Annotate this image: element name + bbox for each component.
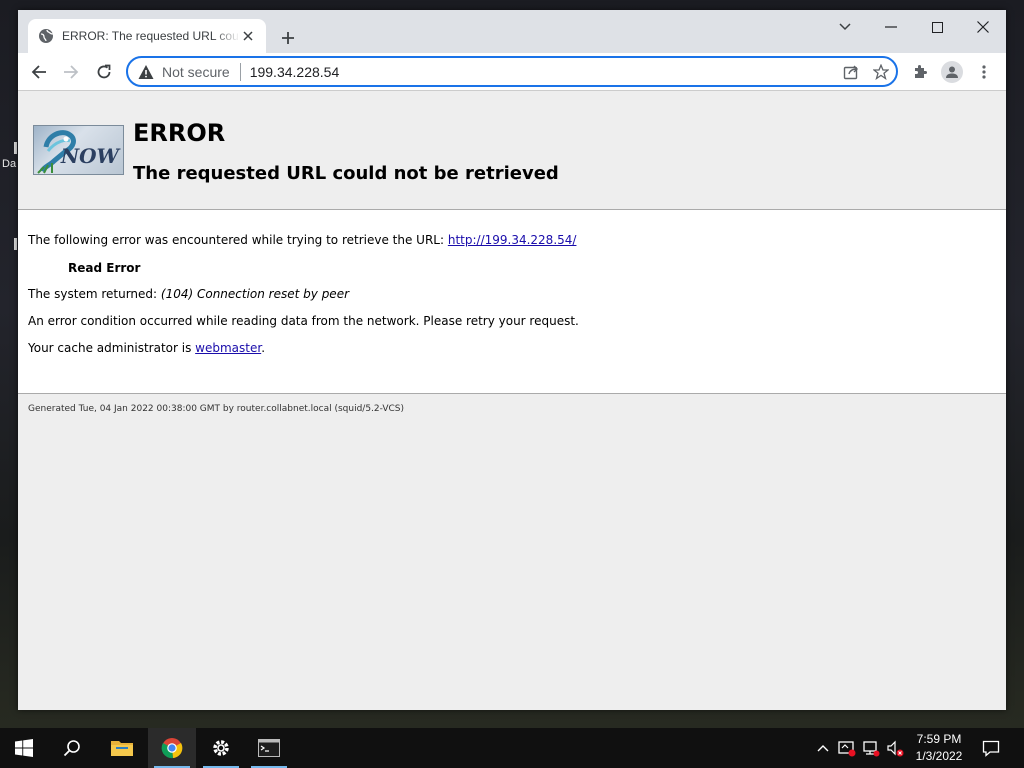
warning-icon[interactable] [138,64,154,80]
windows-icon [15,739,33,757]
gear-icon [213,740,229,756]
minimize-button[interactable] [876,14,906,40]
taskbar-terminal[interactable] [245,728,293,768]
page-title: ERROR [133,119,226,147]
security-tray-icon[interactable] [836,728,858,768]
folder-icon [111,741,133,756]
desktop-icon-edge [14,238,17,250]
volume-muted-icon[interactable] [884,728,906,768]
browser-tab[interactable]: ERROR: The requested URL could not be re… [28,19,266,53]
back-button[interactable] [26,59,52,85]
bookmark-star-icon[interactable] [866,59,896,85]
tab-title: ERROR: The requested URL could not be re… [62,29,240,43]
menu-dots-icon[interactable] [971,59,997,85]
tab-search-chevron-icon[interactable] [830,14,860,40]
close-tab-icon[interactable] [240,28,256,44]
tab-strip: ERROR: The requested URL could not be re… [18,10,1006,53]
not-secure-label[interactable]: Not secure [162,64,230,80]
desktop-icon-edge [14,142,17,154]
error-body: The following error was encountered whil… [18,210,1006,394]
notifications-icon[interactable] [978,728,1004,768]
start-button[interactable] [0,728,48,768]
taskbar-settings[interactable] [197,728,245,768]
intro-text: The following error was encountered whil… [28,233,448,247]
admin-suffix: . [261,341,266,355]
browser-toolbar: Not secure 199.34.228.54 [18,53,1006,90]
share-icon[interactable] [836,59,866,85]
show-hidden-icons-chevron-icon[interactable] [813,728,833,768]
footer-generated: Generated Tue, 04 Jan 2022 00:38:00 GMT … [28,404,405,414]
taskbar-chrome[interactable] [148,728,196,768]
error-header: NOW ERROR The requested URL could not be… [18,91,1006,210]
desktop-icon-label[interactable]: Da [2,158,16,170]
system-returned-label: The system returned: [28,287,161,301]
page-content: NOW ERROR The requested URL could not be… [18,90,1006,710]
person-icon [941,61,963,83]
page-subtitle: The requested URL could not be retrieved [133,163,559,184]
logo-text: NOW [60,144,119,168]
intro-line: The following error was encountered whil… [28,233,576,247]
chrome-icon [161,738,183,759]
url-text[interactable]: 199.34.228.54 [250,64,836,80]
system-returned-value: (104) Connection reset by peer [160,287,350,301]
search-icon [63,740,80,757]
condition-text: An error condition occurred while readin… [28,314,579,328]
webmaster-link[interactable]: webmaster [195,341,261,355]
reload-button[interactable] [91,59,117,85]
close-window-button[interactable] [968,14,998,40]
omnibox-divider [239,62,241,81]
taskbar: 7:59 PM 1/3/2022 [0,728,1024,768]
squid-logo: NOW [33,125,124,175]
maximize-button[interactable] [922,14,952,40]
clock-date: 1/3/2022 [915,749,963,763]
browser-window: ERROR: The requested URL could not be re… [18,10,1006,710]
network-icon[interactable] [860,728,882,768]
search-button[interactable] [48,728,96,768]
system-returned-line: The system returned: (104) Connection re… [28,287,349,301]
system-clock[interactable]: 7:59 PM 1/3/2022 [910,731,968,765]
extensions-icon[interactable] [907,59,933,85]
profile-avatar[interactable] [939,59,965,85]
terminal-icon [258,739,280,757]
taskbar-file-explorer[interactable] [98,728,146,768]
error-url-link[interactable]: http://199.34.228.54/ [448,233,577,247]
address-bar[interactable]: Not secure 199.34.228.54 [126,56,898,87]
admin-line: Your cache administrator is webmaster. [28,341,265,355]
error-name: Read Error [68,261,141,275]
admin-text: Your cache administrator is [28,341,196,355]
globe-icon [38,28,54,44]
new-tab-button[interactable] [276,26,300,50]
clock-time: 7:59 PM [916,732,962,746]
forward-button[interactable] [58,59,84,85]
